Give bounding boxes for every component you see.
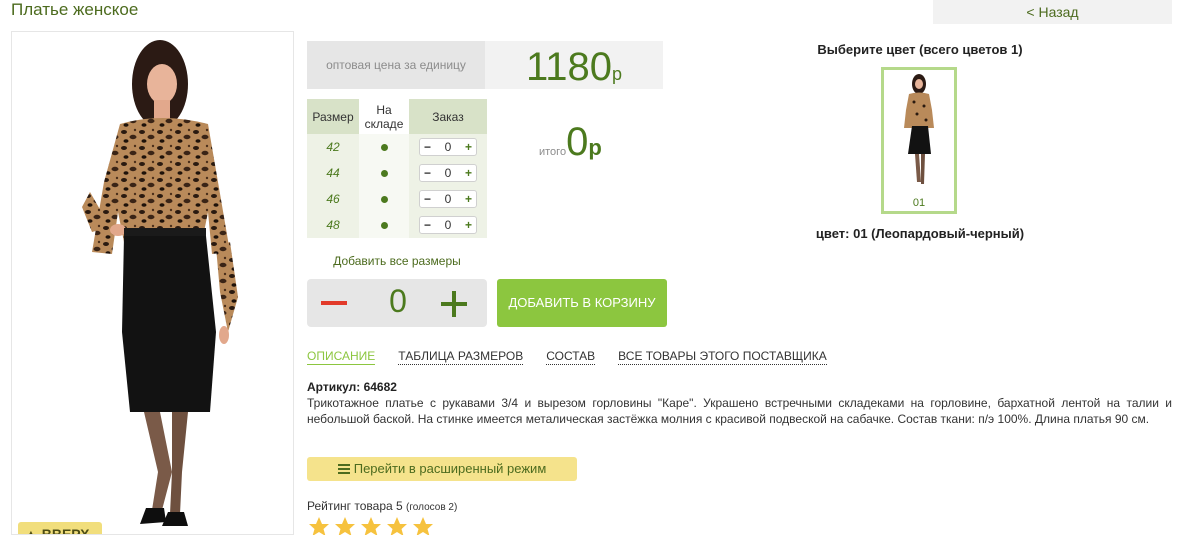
order-qty: 0 <box>444 166 452 180</box>
size-row: 48 −0 + <box>307 212 487 238</box>
article-number: Артикул: 64682 <box>307 380 397 394</box>
star-icon[interactable] <box>411 515 435 535</box>
scroll-up-button[interactable]: ▲ ВВЕРХ <box>18 522 102 534</box>
colors-title: Выберите цвет (всего цветов 1) <box>817 42 1023 57</box>
size-table: Размер На складе Заказ 42 −0 + 44 −0 + 46 … <box>307 99 487 238</box>
size-row: 42 −0 + <box>307 134 487 160</box>
order-stepper[interactable]: −0 + <box>419 138 477 156</box>
order-stepper[interactable]: −0 + <box>419 216 477 234</box>
rating-votes: (голосов 2) <box>406 502 458 513</box>
star-icon[interactable] <box>333 515 357 535</box>
tab-supplier-products[interactable]: ВСЕ ТОВАРЫ ЭТОГО ПОСТАВЩИКА <box>618 349 827 365</box>
model-illustration <box>82 40 238 526</box>
minus-icon[interactable] <box>321 301 347 305</box>
order-total: итого0р <box>539 120 602 165</box>
rating-text: Рейтинг товара 5 <box>307 499 403 513</box>
product-tabs: ОПИСАНИЕ ТАБЛИЦА РАЗМЕРОВ СОСТАВ ВСЕ ТОВ… <box>307 349 850 365</box>
minus-icon[interactable]: − <box>424 166 431 180</box>
back-link[interactable]: < Назад <box>933 0 1172 24</box>
minus-icon[interactable]: − <box>424 140 431 154</box>
total-currency: р <box>588 135 602 160</box>
tab-description[interactable]: ОПИСАНИЕ <box>307 349 376 365</box>
tab-composition[interactable]: СОСТАВ <box>546 349 596 365</box>
extended-mode-button[interactable]: Перейти в расширенный режим <box>307 457 577 481</box>
in-stock-indicator <box>380 196 388 203</box>
total-value: 0 <box>566 120 589 164</box>
star-icon[interactable] <box>359 515 383 535</box>
order-column-header: Заказ <box>409 99 487 134</box>
size-value: 42 <box>307 134 359 160</box>
order-qty: 0 <box>444 192 452 206</box>
size-value: 44 <box>307 160 359 186</box>
minus-icon[interactable]: − <box>424 218 431 232</box>
in-stock-indicator <box>380 222 388 229</box>
in-stock-indicator <box>380 144 388 151</box>
total-label: итого <box>539 146 567 158</box>
plus-icon[interactable]: + <box>465 192 472 206</box>
plus-icon[interactable]: + <box>465 140 472 154</box>
star-icon[interactable] <box>385 515 409 535</box>
color-number: 01 <box>912 197 926 209</box>
color-thumbnail-image <box>904 74 934 184</box>
star-icon[interactable] <box>307 515 331 535</box>
price-value: 1180 <box>525 45 612 89</box>
product-rating: Рейтинг товара 5 (голосов 2) <box>307 499 457 513</box>
quantity-value: 0 <box>389 283 407 319</box>
size-value: 46 <box>307 186 359 212</box>
order-qty: 0 <box>444 218 452 232</box>
price-currency: р <box>612 64 623 84</box>
selected-color-label: цвет: 01 (Леопардовый-черный) <box>815 226 1025 241</box>
list-icon <box>337 464 350 474</box>
in-stock-indicator <box>380 170 388 177</box>
size-column-header: Размер <box>307 99 359 134</box>
plus-icon[interactable] <box>439 285 469 321</box>
minus-icon[interactable]: − <box>424 192 431 206</box>
price-label: оптовая цена за единицу <box>307 41 485 89</box>
color-option[interactable]: 01 <box>881 67 957 214</box>
extended-mode-label: Перейти в расширенный режим <box>353 461 547 476</box>
add-to-cart-button[interactable]: ДОБАВИТЬ В КОРЗИНУ <box>497 279 667 327</box>
add-all-sizes-link[interactable]: Добавить все размеры <box>307 254 487 268</box>
order-stepper[interactable]: −0 + <box>419 164 477 182</box>
plus-icon[interactable]: + <box>465 166 472 180</box>
stock-column-header: На складе <box>359 99 409 134</box>
size-row: 46 −0 + <box>307 186 487 212</box>
rating-stars <box>307 515 435 535</box>
tab-size-chart[interactable]: ТАБЛИЦА РАЗМЕРОВ <box>398 349 524 365</box>
page-title: Платье женское <box>11 0 139 19</box>
order-qty: 0 <box>444 140 452 154</box>
price-display: 1180р <box>485 41 663 89</box>
plus-icon[interactable]: + <box>465 218 472 232</box>
product-photo: ▲ ВВЕРХ <box>11 31 294 535</box>
order-stepper[interactable]: −0 + <box>419 190 477 208</box>
size-row: 44 −0 + <box>307 160 487 186</box>
quantity-stepper: 0 <box>307 279 487 327</box>
size-value: 48 <box>307 212 359 238</box>
product-description: Трикотажное платье с рукавами 3/4 и выре… <box>307 396 1172 426</box>
